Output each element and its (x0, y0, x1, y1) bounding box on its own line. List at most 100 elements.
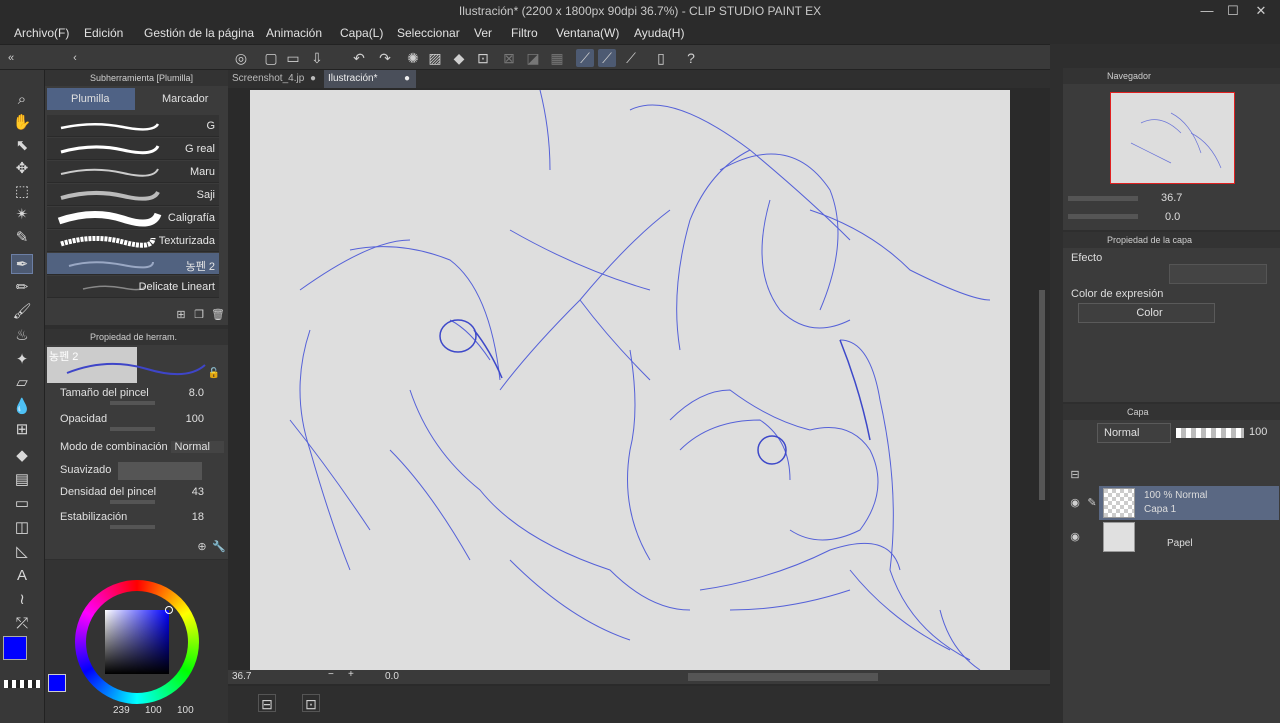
color-picker-handle[interactable] (165, 606, 173, 614)
zoom-out-icon[interactable]: − (328, 669, 334, 680)
menu-animacion[interactable]: Animación (266, 26, 322, 40)
brush-tool-icon[interactable]: 🖌 (11, 302, 33, 322)
saturation-value[interactable]: 100 (145, 705, 162, 716)
figure-tool-icon[interactable]: ▭ (11, 494, 33, 514)
balloon-tool-icon[interactable]: ≀ (11, 590, 33, 610)
minimize-button[interactable]: — (1196, 2, 1218, 20)
collapse-left-icon[interactable]: « (2, 49, 20, 67)
help-icon[interactable]: ? (682, 49, 700, 67)
main-color-swatch[interactable] (3, 636, 27, 660)
expression-color-dropdown[interactable]: Color (1078, 303, 1215, 323)
brush-item-nongpen-2[interactable]: 농펜 2 (47, 253, 219, 275)
edit-pen-icon[interactable]: ✎ (1083, 494, 1101, 512)
frame-icon[interactable]: ⊡ (302, 694, 320, 712)
navigator-preview[interactable] (1110, 92, 1235, 184)
layer-settings-icon[interactable]: ⊟ (1066, 466, 1084, 484)
brightness-value[interactable]: 100 (177, 705, 194, 716)
snap-ruler-icon[interactable]: ⟋ (576, 49, 594, 67)
visibility-eye-icon[interactable]: ◉ (1066, 494, 1084, 512)
vertical-scroll-thumb[interactable] (1039, 290, 1045, 500)
layer-row-capa-1[interactable]: 100 % Normal Capa 1 (1099, 486, 1279, 520)
delete-subtool-icon[interactable]: 🗑 (209, 306, 227, 324)
menu-filtro[interactable]: Filtro (511, 26, 538, 40)
canvas-vertical-scrollbar[interactable] (1037, 90, 1047, 670)
menu-ver[interactable]: Ver (474, 26, 492, 40)
grid-tool-icon[interactable]: ⊞ (11, 420, 33, 440)
clip-studio-icon[interactable]: ◎ (232, 49, 250, 67)
pencil-tool-icon[interactable]: ✏ (11, 278, 33, 298)
menu-seleccionar[interactable]: Seleccionar (397, 26, 460, 40)
layer-blend-dropdown[interactable]: Normal (1097, 423, 1171, 443)
stabilization-row[interactable]: Estabilización 18 (60, 511, 220, 533)
fill-tool-icon[interactable]: ◆ (11, 446, 33, 466)
new-file-icon[interactable]: ▢ (262, 49, 280, 67)
brush-item-g[interactable]: G (47, 115, 219, 137)
navigator-zoom-value[interactable]: 36.7 (1161, 192, 1182, 204)
auto-select-tool-icon[interactable]: ✴ (11, 205, 33, 225)
eraser-tool-icon[interactable]: ▱ (11, 373, 33, 393)
antialiasing-row[interactable]: Suavizado (60, 462, 220, 486)
rotation-readout[interactable]: 0.0 (385, 671, 399, 682)
airbrush-tool-icon[interactable]: ♨ (11, 326, 33, 346)
main-color-mini[interactable] (48, 674, 66, 692)
correct-line-tool-icon[interactable]: ⤱ (11, 614, 33, 634)
blend-mode-dropdown[interactable]: Normal (170, 441, 224, 453)
brush-density-value[interactable]: 43 (192, 486, 204, 498)
tool-settings-icon[interactable]: ⊕ (193, 538, 211, 556)
zoom-in-icon[interactable]: + (348, 669, 354, 680)
snap-special-ruler-icon[interactable]: ⟋ (598, 49, 616, 67)
brush-size-slider[interactable] (110, 401, 155, 405)
brush-size-value[interactable]: 8.0 (189, 387, 204, 399)
clear-icon[interactable]: ▨ (426, 49, 444, 67)
stabilization-slider[interactable] (110, 525, 155, 529)
doc-tab-screenshot[interactable]: Screenshot_4.jp ● (228, 70, 322, 88)
zoom-tool-icon[interactable]: ⌕ (11, 90, 33, 110)
loading-icon[interactable]: ✺ (404, 49, 422, 67)
opacity-slider[interactable] (110, 427, 155, 431)
gradient-tool-icon[interactable]: ▤ (11, 470, 33, 490)
brush-item-saji[interactable]: Saji (47, 184, 219, 206)
pen-tool-icon[interactable]: ✒ (11, 254, 33, 274)
blend-mode-row[interactable]: Modo de combinación Normal (60, 441, 224, 463)
snap-grid-icon[interactable]: ⟋ (622, 49, 640, 67)
menu-ayuda[interactable]: Ayuda(H) (634, 26, 684, 40)
eyedropper-tool-icon[interactable]: ✎ (11, 228, 33, 248)
doc-tab-ilustracion[interactable]: Ilustración* ● (324, 70, 416, 88)
brush-density-slider[interactable] (110, 500, 155, 504)
show-selection-icon[interactable]: ▦ (548, 49, 566, 67)
hand-tool-icon[interactable]: ✋ (11, 113, 33, 133)
redo-icon[interactable]: ↷ (376, 49, 394, 67)
fill-icon[interactable]: ◆ (450, 49, 468, 67)
horizontal-scroll-thumb[interactable] (688, 673, 878, 681)
ruler-tool-icon[interactable]: ◺ (11, 542, 33, 562)
selection-tool-icon[interactable]: ⬚ (11, 182, 33, 202)
hue-value[interactable]: 239 (113, 705, 130, 716)
blend-tool-icon[interactable]: 💧 (11, 397, 33, 417)
menu-edicion[interactable]: Edición (84, 26, 123, 40)
navigator-angle-value[interactable]: 0.0 (1165, 211, 1180, 223)
wrench-icon[interactable]: 🔧 (210, 538, 228, 556)
visibility-eye-icon[interactable]: ◉ (1066, 528, 1084, 546)
tab-plumilla[interactable]: Plumilla (47, 88, 135, 110)
collapse-icon[interactable]: ‹ (66, 49, 84, 67)
transform-icon[interactable]: ⊡ (474, 49, 492, 67)
brush-item-texturizada[interactable]: Texturizada (47, 230, 219, 252)
saturation-value-square[interactable] (105, 610, 169, 674)
transparent-color-swatch[interactable] (4, 680, 40, 688)
layout-icon[interactable]: ⊟ (258, 694, 276, 712)
frame-tool-icon[interactable]: ◫ (11, 518, 33, 538)
brush-item-caligrafia[interactable]: Caligrafía (47, 207, 219, 229)
menu-capa[interactable]: Capa(L) (340, 26, 383, 40)
text-tool-icon[interactable]: A (11, 566, 33, 586)
antialiasing-selector[interactable] (118, 462, 202, 480)
menu-gestion-pagina[interactable]: Gestión de la página (144, 26, 254, 40)
navigator-angle-slider[interactable] (1068, 214, 1138, 219)
duplicate-subtool-icon[interactable]: ❐ (190, 306, 208, 324)
operation-tool-icon[interactable]: ⬉ (11, 136, 33, 156)
close-button[interactable]: ✕ (1250, 2, 1272, 20)
add-subtool-icon[interactable]: ⊞ (172, 306, 190, 324)
invert-selection-icon[interactable]: ◪ (524, 49, 542, 67)
layer-opacity-slider[interactable] (1176, 428, 1244, 438)
zoom-readout[interactable]: 36.7 (232, 671, 251, 682)
brush-size-row[interactable]: Tamaño del pincel 8.0 (60, 387, 220, 409)
